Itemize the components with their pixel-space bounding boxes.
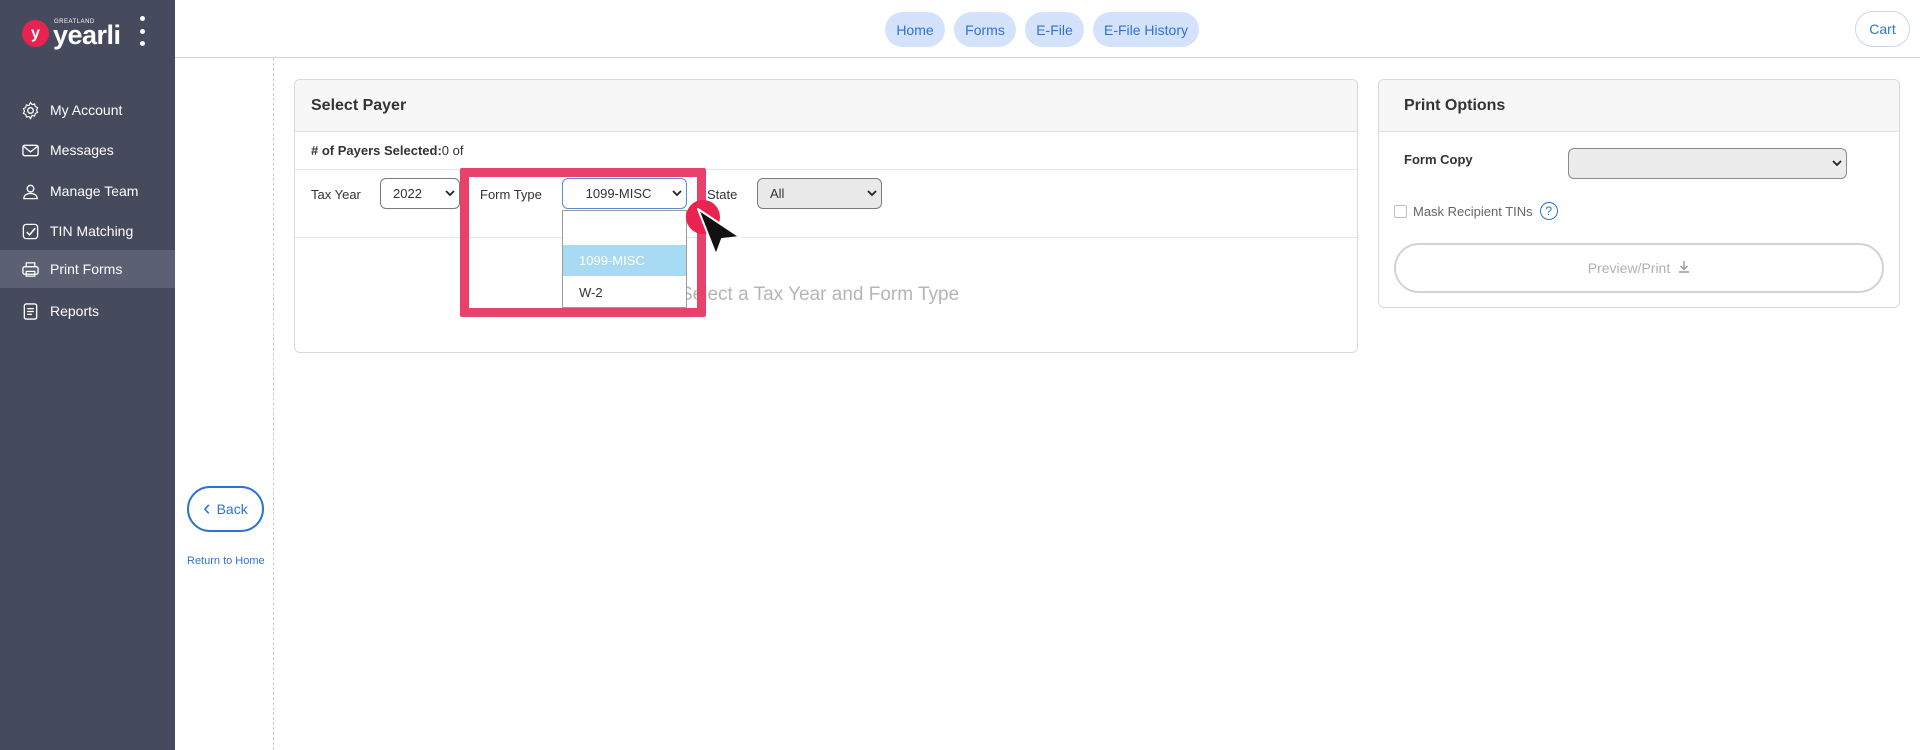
sidebar-item-label: Reports bbox=[50, 303, 100, 319]
sidebar-item-messages[interactable]: Messages bbox=[0, 130, 175, 170]
nav-home-button[interactable]: Home bbox=[885, 12, 945, 47]
nav-efile-button[interactable]: E-File bbox=[1025, 12, 1084, 47]
preview-print-label: Preview/Print bbox=[1587, 260, 1671, 276]
sidebar-item-reports[interactable]: Reports bbox=[0, 291, 175, 331]
divider bbox=[295, 169, 1357, 170]
chevron-down-icon bbox=[863, 190, 881, 197]
gear-icon bbox=[20, 100, 40, 120]
mask-tins-label: Mask Recipient TINs bbox=[1413, 203, 1533, 219]
more-menu-icon[interactable] bbox=[137, 16, 147, 46]
form-copy-label: Form Copy bbox=[1404, 152, 1473, 167]
chevron-down-icon bbox=[441, 190, 459, 197]
check-square-icon bbox=[20, 221, 40, 241]
nav-forms-button[interactable]: Forms bbox=[954, 12, 1016, 47]
select-payer-title: Select Payer bbox=[295, 80, 1357, 132]
state-select[interactable]: All bbox=[757, 178, 882, 209]
preview-print-button[interactable]: Preview/Print bbox=[1394, 243, 1884, 293]
gutter-divider bbox=[273, 58, 274, 750]
chevron-left-icon: ‹ bbox=[203, 495, 211, 520]
empty-state-message: Select a Tax Year and Form Type bbox=[680, 284, 960, 305]
sidebar: y GREATLAND yearli My Account Messages M… bbox=[0, 0, 175, 750]
form-type-dropdown-list: 1099-MISC W-2 bbox=[562, 210, 687, 308]
sidebar-item-label: My Account bbox=[50, 102, 123, 118]
divider bbox=[295, 237, 1357, 238]
payers-selected-value: 0 of bbox=[441, 143, 464, 158]
user-icon bbox=[20, 181, 40, 201]
mouse-cursor-icon bbox=[697, 208, 741, 256]
mask-tins-row: Mask Recipient TINs ? bbox=[1394, 202, 1558, 220]
sidebar-item-label: Messages bbox=[50, 142, 114, 158]
logo-text: yearli bbox=[53, 20, 121, 50]
print-options-title: Print Options bbox=[1379, 80, 1899, 132]
mask-tins-checkbox[interactable] bbox=[1394, 204, 1407, 218]
sidebar-item-print-forms[interactable]: Print Forms bbox=[0, 250, 175, 288]
sidebar-item-label: Print Forms bbox=[50, 261, 123, 277]
nav-efile-history-button[interactable]: E-File History bbox=[1093, 12, 1199, 47]
print-options-panel: Print Options Form Copy Mask Recipient T… bbox=[1378, 79, 1900, 308]
payers-selected-label: # of Payers Selected: bbox=[311, 143, 442, 158]
tax-year-label: Tax Year bbox=[311, 187, 361, 202]
back-label: Back bbox=[216, 501, 248, 517]
cart-button[interactable]: Cart bbox=[1855, 11, 1910, 47]
sidebar-item-manage-team[interactable]: Manage Team bbox=[0, 171, 175, 211]
sidebar-item-label: Manage Team bbox=[50, 183, 139, 199]
form-type-value: 1099-MISC bbox=[585, 186, 652, 201]
tax-year-value: 2022 bbox=[393, 186, 422, 201]
tax-year-select[interactable]: 2022 bbox=[380, 178, 460, 209]
sidebar-item-tin-matching[interactable]: TIN Matching bbox=[0, 211, 175, 251]
download-icon bbox=[1678, 260, 1690, 276]
state-value: All bbox=[770, 186, 785, 201]
state-label: State bbox=[707, 187, 738, 202]
sidebar-item-label: TIN Matching bbox=[50, 223, 134, 239]
dropdown-option[interactable] bbox=[563, 211, 686, 242]
logo-mark: y bbox=[22, 20, 49, 47]
return-to-home-link[interactable]: Return to Home bbox=[187, 555, 265, 567]
form-copy-select[interactable] bbox=[1568, 148, 1847, 179]
back-button[interactable]: ‹ Back bbox=[187, 486, 264, 532]
top-bar: Home Forms E-File E-File History Cart bbox=[175, 0, 1920, 58]
form-type-select[interactable]: 1099-MISC bbox=[562, 178, 687, 209]
dropdown-option[interactable]: 1099-MISC bbox=[563, 245, 686, 276]
envelope-icon bbox=[20, 140, 40, 160]
sidebar-item-my-account[interactable]: My Account bbox=[0, 90, 175, 130]
printer-icon bbox=[20, 259, 40, 279]
dropdown-option[interactable]: W-2 bbox=[563, 277, 686, 308]
report-icon bbox=[20, 301, 40, 321]
form-type-label: Form Type bbox=[480, 187, 542, 202]
select-payer-panel: Select Payer # of Payers Selected:0 of T… bbox=[294, 79, 1358, 353]
chevron-down-icon bbox=[668, 190, 686, 197]
chevron-down-icon bbox=[1828, 160, 1846, 167]
payers-selected-count: # of Payers Selected:0 of bbox=[311, 143, 463, 158]
help-icon[interactable]: ? bbox=[1539, 202, 1558, 220]
